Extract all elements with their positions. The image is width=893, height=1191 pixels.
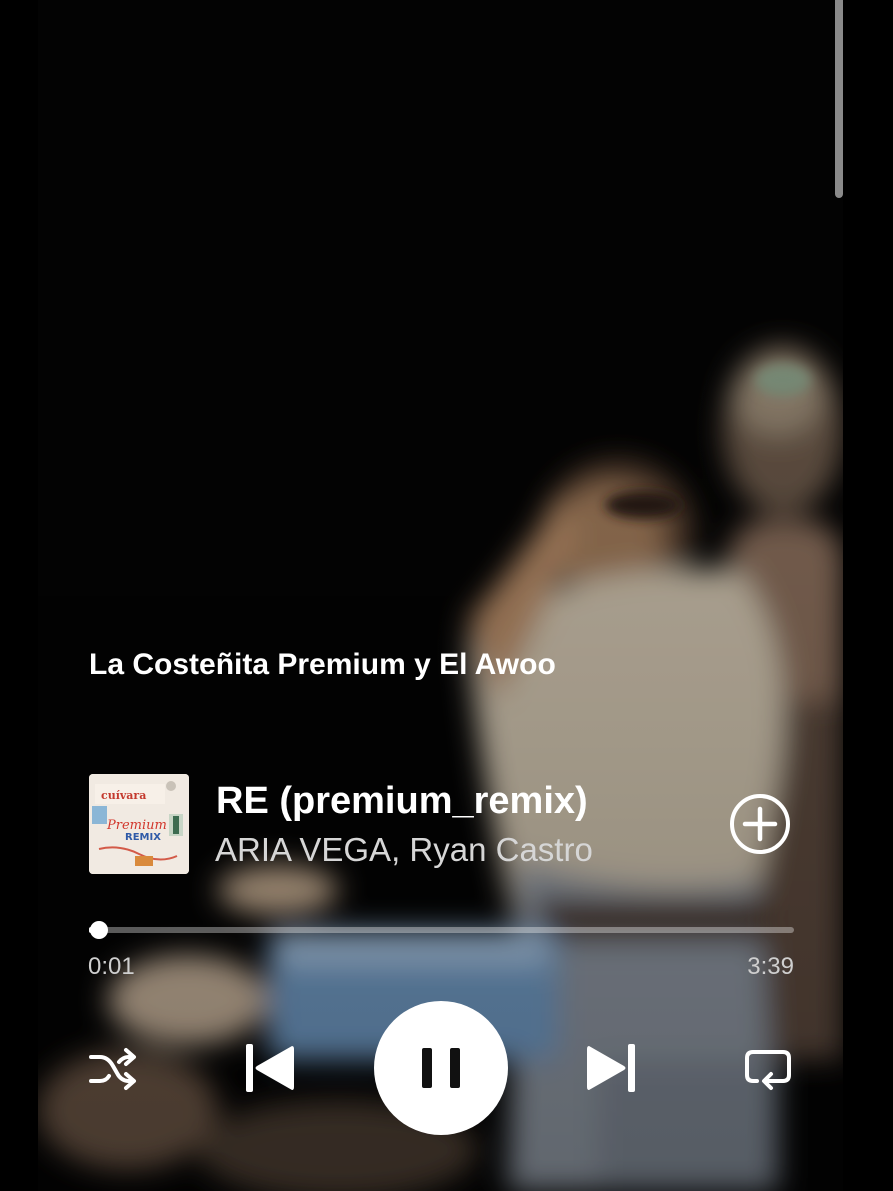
add-to-library-button[interactable] (728, 792, 792, 856)
next-button[interactable] (586, 1042, 636, 1094)
previous-button[interactable] (245, 1042, 295, 1094)
shuffle-icon (89, 1048, 136, 1090)
progress-bar[interactable] (89, 921, 794, 939)
add-circle-icon (730, 794, 790, 854)
play-pause-button[interactable] (374, 1001, 508, 1135)
progress-knob[interactable] (89, 921, 108, 939)
player-screen: La Costeñita Premium y El Awoo cuívara P… (0, 0, 893, 1191)
track-artists[interactable]: ARIA VEGA, Ryan Castro (215, 831, 593, 869)
elapsed-time: 0:01 (88, 953, 135, 980)
pause-icon (422, 1048, 460, 1088)
skip-next-icon (587, 1044, 635, 1092)
repeat-button[interactable] (743, 1046, 793, 1092)
album-art[interactable]: cuívara Premium REMIX (89, 774, 189, 874)
canvas-caption: La Costeñita Premium y El Awoo (89, 648, 556, 681)
album-art-text-top: cuívara (101, 789, 146, 802)
total-time: 3:39 (747, 953, 794, 980)
repeat-icon (745, 1050, 791, 1090)
skip-previous-icon (246, 1044, 294, 1092)
album-art-text-mid: Premium (106, 818, 167, 833)
shuffle-button[interactable] (88, 1046, 140, 1092)
track-title[interactable]: RE (premium_remix) (216, 780, 588, 823)
album-art-image: cuívara Premium REMIX (89, 774, 189, 874)
album-art-text-remix: REMIX (125, 832, 161, 843)
now-playing-view: La Costeñita Premium y El Awoo cuívara P… (38, 0, 843, 1191)
scroll-indicator[interactable] (835, 0, 843, 198)
